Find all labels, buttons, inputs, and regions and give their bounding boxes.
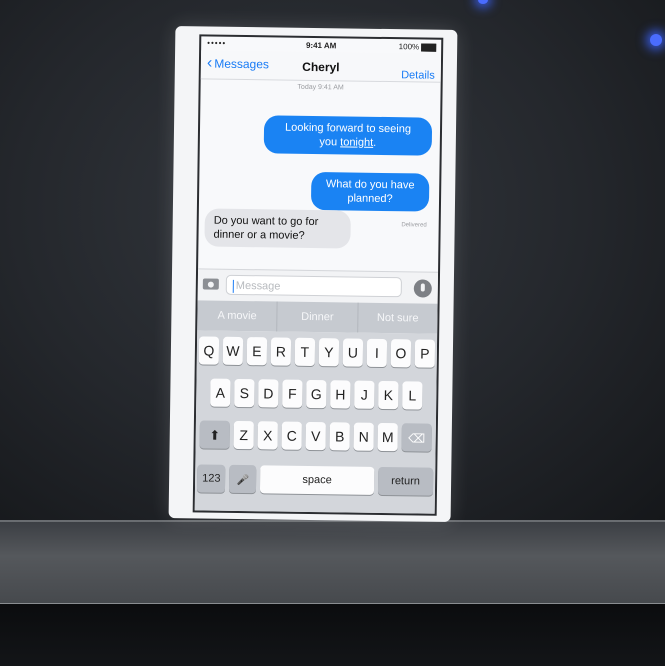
message-input[interactable]: Message <box>225 274 402 298</box>
message-input-bar: Message <box>197 268 439 305</box>
suggestion-item[interactable]: A movie <box>197 300 278 332</box>
key-g[interactable]: G <box>306 379 327 409</box>
key-e[interactable]: E <box>246 337 268 366</box>
shift-key[interactable]: ⬆ <box>199 420 230 449</box>
delete-key[interactable]: ⌫ <box>401 423 432 452</box>
key-k[interactable]: K <box>378 380 399 410</box>
message-text: What do you have planned? <box>325 178 415 206</box>
message-text: Do you want to go for dinner or a movie? <box>213 214 319 242</box>
key-p[interactable]: P <box>414 339 436 368</box>
message-placeholder: Message <box>235 279 281 293</box>
phone: ••••• 9:41 AM 100% ‹ Messages Cheryl Deta… <box>168 26 458 522</box>
key-b[interactable]: B <box>329 422 350 451</box>
keyboard-row-4: 123 🎤 space return <box>195 464 435 496</box>
text-caret <box>232 279 234 293</box>
shift-icon: ⬆ <box>209 427 221 443</box>
keyboard-row-3: ⬆ Z X C V B N M ⌫ <box>196 420 436 452</box>
back-button[interactable]: ‹ Messages <box>206 54 270 72</box>
quicktype-suggestions: A movie Dinner Not sure <box>197 300 438 334</box>
battery-icon <box>421 43 437 52</box>
dictation-key[interactable]: 🎤 <box>229 464 257 494</box>
key-q[interactable]: Q <box>198 336 220 365</box>
key-l[interactable]: L <box>402 381 423 410</box>
key-d[interactable]: D <box>258 379 279 408</box>
key-w[interactable]: W <box>222 336 244 366</box>
nav-bar: ‹ Messages Cheryl Details <box>200 50 442 83</box>
message-timestamp: Today 9:41 AM <box>297 83 344 92</box>
keyboard-row-1: Q W E R T Y U I O P <box>197 336 437 368</box>
keyboard: Q W E R T Y U I O P A S D F G H J K L ⬆ … <box>194 330 438 514</box>
space-key[interactable]: space <box>259 465 375 495</box>
key-y[interactable]: Y <box>318 338 340 367</box>
key-a[interactable]: A <box>210 378 231 407</box>
numbers-key[interactable]: 123 <box>196 464 226 493</box>
key-o[interactable]: O <box>390 339 412 368</box>
mic-icon[interactable] <box>413 279 432 298</box>
message-text: you <box>319 136 341 149</box>
message-text: Looking forward to seeing <box>284 121 412 136</box>
key-c[interactable]: C <box>281 421 302 450</box>
camera-icon[interactable] <box>202 278 219 290</box>
key-m[interactable]: M <box>377 422 398 452</box>
back-label: Messages <box>214 56 270 72</box>
key-j[interactable]: J <box>354 380 375 409</box>
chevron-left-icon: ‹ <box>206 54 213 72</box>
key-t[interactable]: T <box>294 337 316 367</box>
delivered-status: Delivered <box>401 222 427 229</box>
return-key[interactable]: return <box>377 466 434 496</box>
key-n[interactable]: N <box>353 422 374 451</box>
message-text: . <box>373 136 377 149</box>
key-u[interactable]: U <box>342 338 364 367</box>
stage-floor <box>0 520 665 607</box>
outgoing-message-bubble[interactable]: Looking forward to seeing you tonight. <box>263 115 433 156</box>
key-i[interactable]: I <box>366 338 388 368</box>
key-r[interactable]: R <box>270 337 292 366</box>
delete-icon: ⌫ <box>408 431 426 446</box>
suggestion-item[interactable]: Not sure <box>358 303 438 334</box>
incoming-message-bubble[interactable]: Do you want to go for dinner or a movie? <box>204 208 351 249</box>
suggestion-item[interactable]: Dinner <box>277 301 359 333</box>
key-s[interactable]: S <box>234 378 255 408</box>
keyboard-row-2: A S D F G H J K L <box>196 378 436 410</box>
details-button[interactable]: Details <box>401 69 435 81</box>
key-x[interactable]: X <box>257 421 278 450</box>
key-h[interactable]: H <box>330 380 351 409</box>
microphone-icon: 🎤 <box>236 474 250 487</box>
phone-screen: ••••• 9:41 AM 100% ‹ Messages Cheryl Deta… <box>192 34 444 516</box>
stage-light <box>650 34 662 46</box>
key-z[interactable]: Z <box>233 420 254 450</box>
detected-event-link[interactable]: tonight <box>340 136 373 148</box>
outgoing-message-bubble[interactable]: What do you have planned? <box>310 171 430 212</box>
key-v[interactable]: V <box>305 421 326 451</box>
stage-edge <box>0 603 665 666</box>
battery-percent: 100% <box>398 42 420 52</box>
key-f[interactable]: F <box>282 379 303 408</box>
